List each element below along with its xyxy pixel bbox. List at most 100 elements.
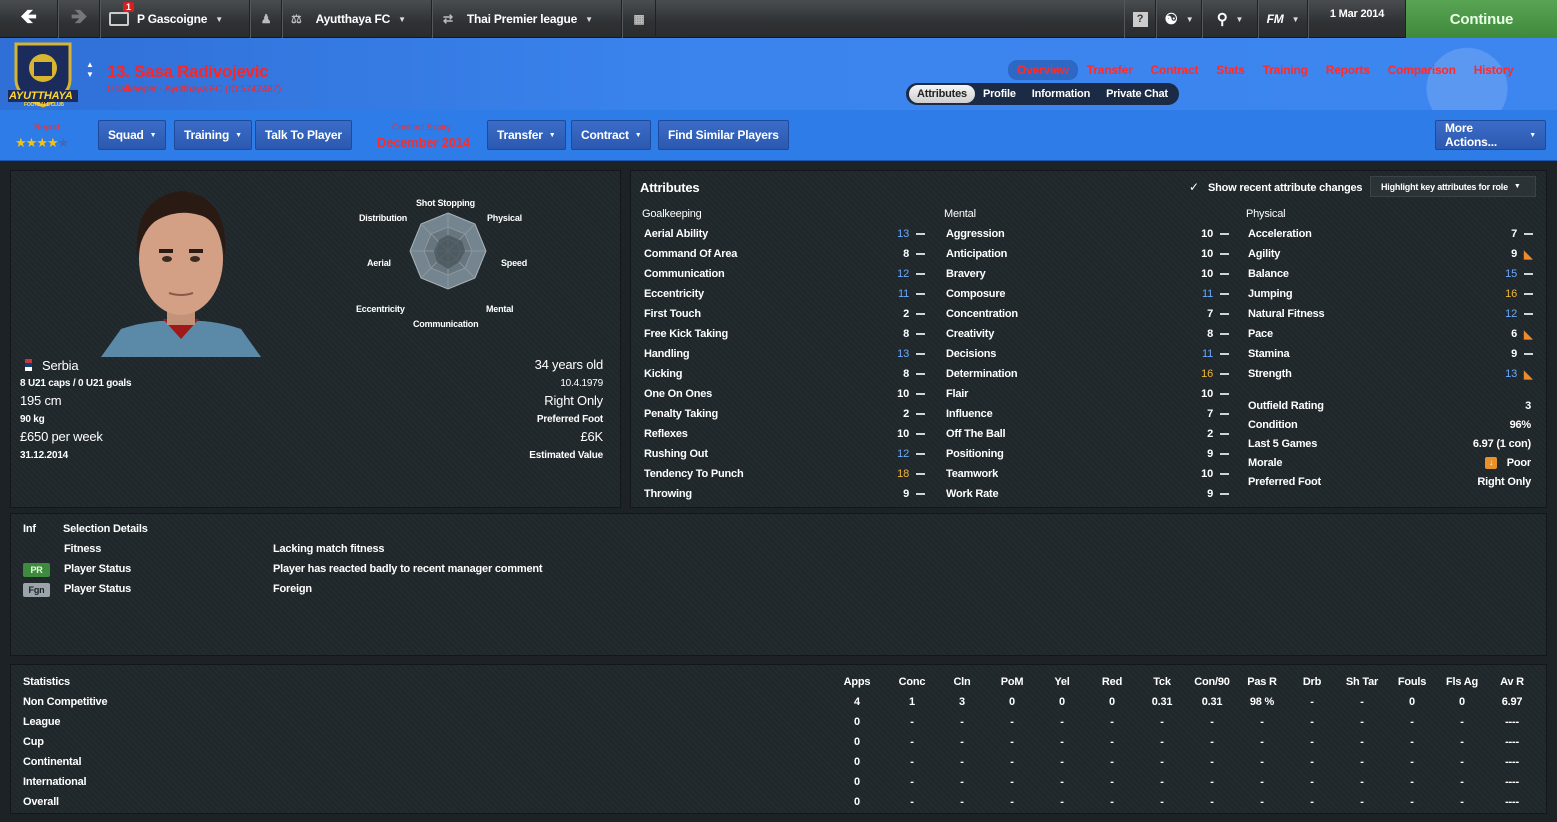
tab-transfer[interactable]: Transfer [1078, 60, 1142, 80]
attribute-row-creativity[interactable]: Creativity 8 [946, 324, 1231, 344]
attribute-row-positioning[interactable]: Positioning 9 [946, 444, 1231, 464]
attribute-row-kicking[interactable]: Kicking 8 [644, 364, 929, 384]
league-menu[interactable]: ⇄ Thai Premier league ▼ [432, 0, 622, 38]
fm-menu[interactable]: FM ▼ [1258, 0, 1308, 38]
attribute-row-stamina[interactable]: Stamina 9 [1248, 344, 1533, 364]
attribute-row-pace[interactable]: Pace 6 ◣ [1248, 324, 1533, 344]
date-display[interactable]: 1 Mar 2014 [1308, 0, 1406, 38]
attribute-row-first-touch[interactable]: First Touch 2 [644, 304, 929, 324]
attribute-row-jumping[interactable]: Jumping 16 [1248, 284, 1533, 304]
talk-to-player-button[interactable]: Talk To Player [255, 120, 352, 150]
contract-button[interactable]: Contract ▼ [571, 120, 652, 150]
checkbox-check-icon[interactable]: ✓ [1189, 180, 1199, 194]
stats-column-fouls[interactable]: Fouls [1387, 676, 1437, 688]
report-stars[interactable]: ★★★★★ [15, 135, 69, 151]
attribute-row-free-kick-taking[interactable]: Free Kick Taking 8 [644, 324, 929, 344]
forward-button[interactable]: 🡺 [58, 0, 100, 38]
stats-column-apps[interactable]: Apps [832, 676, 882, 688]
globe-menu[interactable]: ☯ ▼ [1156, 0, 1202, 38]
transfer-button[interactable]: Transfer ▼ [487, 120, 566, 150]
show-recent-changes-label[interactable]: Show recent attribute changes [1208, 182, 1363, 194]
stats-column-cln[interactable]: Cln [937, 676, 987, 688]
tab-overview[interactable]: Overview [1008, 60, 1078, 80]
back-button[interactable]: 🡸 [0, 0, 58, 38]
club-menu[interactable]: ⚖ Ayutthaya FC ▼ [282, 0, 432, 38]
info-row-outfield-rating: Outfield Rating 3 [1248, 396, 1533, 416]
attribute-row-agility[interactable]: Agility 9 ◣ [1248, 244, 1533, 264]
attribute-row-natural-fitness[interactable]: Natural Fitness 12 [1248, 304, 1533, 324]
attribute-row-communication[interactable]: Communication 12 [644, 264, 929, 284]
attribute-row-off-the-ball[interactable]: Off The Ball 2 [946, 424, 1231, 444]
stats-cell: - [1160, 756, 1164, 768]
attribute-row-anticipation[interactable]: Anticipation 10 [946, 244, 1231, 264]
highlight-attributes-dropdown[interactable]: Highlight key attributes for role ▼ [1370, 176, 1536, 197]
selection-row[interactable]: Fitness Lacking match fitness [11, 540, 1011, 560]
stats-column-con-90[interactable]: Con/90 [1187, 676, 1237, 688]
selection-row[interactable]: PR Player Status Player has reacted badly … [11, 560, 1011, 580]
attribute-row-strength[interactable]: Strength 13 ◣ [1248, 364, 1533, 384]
stats-column-conc[interactable]: Conc [887, 676, 937, 688]
attribute-row-determination[interactable]: Determination 16 [946, 364, 1231, 384]
attribute-row-teamwork[interactable]: Teamwork 10 [946, 464, 1231, 484]
attribute-row-throwing[interactable]: Throwing 9 [644, 484, 929, 504]
stats-column-yel[interactable]: Yel [1037, 676, 1087, 688]
tab-history[interactable]: History [1465, 60, 1523, 80]
attribute-row-balance[interactable]: Balance 15 [1248, 264, 1533, 284]
subtab-profile[interactable]: Profile [975, 85, 1024, 103]
tab-comparison[interactable]: Comparison [1379, 60, 1465, 80]
subtab-private-chat[interactable]: Private Chat [1098, 85, 1176, 103]
stats-column-tck[interactable]: Tck [1137, 676, 1187, 688]
stats-cell: - [1060, 736, 1064, 748]
stats-column-fls-ag[interactable]: Fls Ag [1437, 676, 1487, 688]
player-title: 13. Sasa Radivojevic [107, 62, 269, 81]
attribute-row-command-of-area[interactable]: Command Of Area 8 [644, 244, 929, 264]
staff-icon[interactable]: ♟ [250, 0, 282, 38]
search-menu[interactable]: ⚲ ▼ [1202, 0, 1258, 38]
stats-column-pas-r[interactable]: Pas R [1237, 676, 1287, 688]
stats-column-drb[interactable]: Drb [1287, 676, 1337, 688]
attribute-row-aggression[interactable]: Aggression 10 [946, 224, 1231, 244]
calendar-icon[interactable]: ▦ [622, 0, 656, 38]
attribute-row-penalty-taking[interactable]: Penalty Taking 2 [644, 404, 929, 424]
attribute-row-aerial-ability[interactable]: Aerial Ability 13 [644, 224, 929, 244]
subtab-information[interactable]: Information [1024, 85, 1098, 103]
attribute-row-acceleration[interactable]: Acceleration 7 [1248, 224, 1533, 244]
selection-row[interactable]: Fgn Player Status Foreign [11, 580, 1011, 600]
attribute-row-influence[interactable]: Influence 7 [946, 404, 1231, 424]
tab-training[interactable]: Training [1254, 60, 1317, 80]
attribute-name: Off The Ball [946, 428, 1006, 440]
stats-cell: - [910, 756, 914, 768]
attribute-row-flair[interactable]: Flair 10 [946, 384, 1231, 404]
attribute-row-tendency-to-punch[interactable]: Tendency To Punch 18 [644, 464, 929, 484]
attribute-row-concentration[interactable]: Concentration 7 [946, 304, 1231, 324]
training-button[interactable]: Training ▼ [174, 120, 252, 150]
more-actions-button[interactable]: More Actions... ▼ [1435, 120, 1546, 150]
tab-reports[interactable]: Reports [1317, 60, 1379, 80]
tab-contract[interactable]: Contract [1142, 60, 1208, 80]
attribute-row-decisions[interactable]: Decisions 11 [946, 344, 1231, 364]
stats-column-pom[interactable]: PoM [987, 676, 1037, 688]
attribute-row-reflexes[interactable]: Reflexes 10 [644, 424, 929, 444]
stats-column-sh-tar[interactable]: Sh Tar [1337, 676, 1387, 688]
subtab-attributes[interactable]: Attributes [909, 85, 975, 103]
attribute-row-one-on-ones[interactable]: One On Ones 10 [644, 384, 929, 404]
stats-column-red[interactable]: Red [1087, 676, 1137, 688]
help-button[interactable]: ? [1124, 0, 1156, 38]
attribute-row-composure[interactable]: Composure 11 [946, 284, 1231, 304]
attribute-row-bravery[interactable]: Bravery 10 [946, 264, 1231, 284]
attribute-row-work-rate[interactable]: Work Rate 9 [946, 484, 1231, 504]
stats-column-av-r[interactable]: Av R [1487, 676, 1537, 688]
find-similar-players-button[interactable]: Find Similar Players [658, 120, 789, 150]
tab-stats[interactable]: Stats [1207, 60, 1253, 80]
continue-button[interactable]: Continue [1406, 0, 1557, 38]
attribute-value: 9 [1207, 488, 1213, 500]
player-stepper[interactable]: ▲ ▼ [86, 60, 94, 80]
attribute-row-eccentricity[interactable]: Eccentricity 11 [644, 284, 929, 304]
squad-button[interactable]: Squad ▼ [98, 120, 167, 150]
attribute-value: 10 [897, 428, 909, 440]
attribute-row-rushing-out[interactable]: Rushing Out 12 [644, 444, 929, 464]
attribute-row-handling[interactable]: Handling 13 [644, 344, 929, 364]
manager-menu[interactable]: 1 P Gascoigne ▼ [100, 0, 250, 38]
chevron-down-icon: ▼ [585, 14, 593, 24]
date-of-birth: 10.4.1979 [560, 378, 603, 389]
